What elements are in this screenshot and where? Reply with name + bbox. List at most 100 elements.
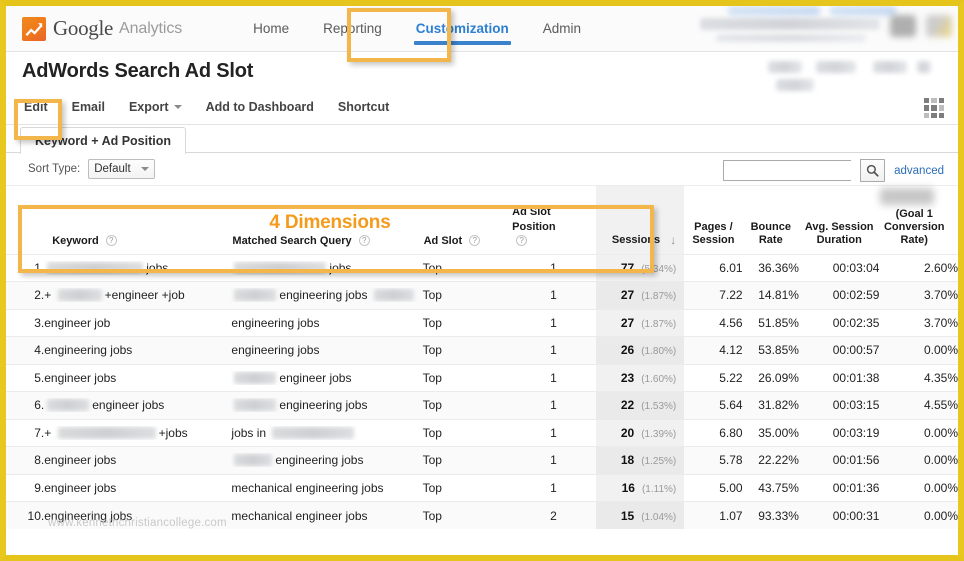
cell-matched-search-query[interactable]: engineer jobs <box>231 363 423 392</box>
row-index: 4. <box>6 336 45 364</box>
sessions-percent: (1.04%) <box>641 511 677 523</box>
cell-ad-slot-position: 1 <box>511 253 596 282</box>
primary-nav: Home Reporting Customization Admin <box>236 6 598 52</box>
table-row[interactable]: 9. engineer jobs mechanical engineering j… <box>6 473 958 502</box>
row-index: 3. <box>6 308 45 337</box>
avatar-icon[interactable] <box>926 15 952 37</box>
help-icon[interactable]: ? <box>516 234 528 246</box>
cell-keyword[interactable]: engineer jobs <box>44 391 232 419</box>
cell-goal1-conversion-rate: 0.00% <box>879 418 958 447</box>
help-icon[interactable]: ? <box>469 234 481 246</box>
nav-item-home[interactable]: Home <box>236 6 306 52</box>
cell-matched-search-query[interactable]: engineering jobs <box>231 446 423 474</box>
sessions-value: 22 <box>620 398 635 413</box>
sort-descending-icon[interactable]: ↓ <box>670 233 676 247</box>
header-ad-slot[interactable]: Ad Slot ? <box>422 186 512 254</box>
tab-keyword-ad-position[interactable]: Keyword + Ad Position <box>20 127 187 154</box>
sessions-percent: (1.53%) <box>641 401 677 413</box>
cell-bounce-rate: 22.22% <box>742 446 799 474</box>
cell-keyword[interactable]: engineering jobs <box>44 501 232 529</box>
edit-button[interactable]: Edit <box>24 100 48 114</box>
header-sessions[interactable]: Sessions ↓ <box>595 186 685 254</box>
cell-matched-search-query[interactable]: mechanical engineer jobs <box>231 501 423 529</box>
export-button[interactable]: Export <box>129 100 182 114</box>
cell-keyword[interactable]: engineer jobs <box>44 446 232 474</box>
cell-keyword[interactable]: engineering jobs <box>44 336 232 364</box>
table-row[interactable]: 2. + +engineer +job engineering jobs Top 1… <box>6 281 958 309</box>
cell-text: jobs <box>329 260 352 275</box>
search-input[interactable] <box>723 160 852 181</box>
analytics-chart-logo-icon <box>22 16 46 41</box>
cell-keyword[interactable]: + +jobs <box>44 418 232 447</box>
table-row[interactable]: 8. engineer jobs engineering jobs Top 1 18 (… <box>6 446 958 474</box>
edit-label: Edit <box>24 100 48 114</box>
shortcut-button[interactable]: Shortcut <box>338 100 389 114</box>
cell-matched-search-query[interactable]: engineering jobs <box>231 308 423 337</box>
google-analytics-logo[interactable]: Google Analytics <box>22 16 182 41</box>
date-range-picker[interactable] <box>768 60 948 91</box>
header-ad-slot-position[interactable]: Ad Slot Position ? <box>511 186 596 254</box>
cell-ad-slot-position: 2 <box>511 501 596 529</box>
nav-item-admin[interactable]: Admin <box>526 6 598 52</box>
cell-keyword[interactable]: engineer job <box>44 308 232 337</box>
page-title: AdWords Search Ad Slot <box>22 60 254 82</box>
cell-keyword[interactable]: engineer jobs <box>44 363 232 392</box>
cell-keyword[interactable]: + +engineer +job <box>44 281 232 309</box>
add-to-dashboard-button[interactable]: Add to Dashboard <box>206 100 314 114</box>
sort-type-select[interactable]: Default <box>88 159 155 179</box>
cell-matched-search-query[interactable]: engineering jobs <box>231 281 423 309</box>
cell-matched-search-query[interactable]: engineering jobs <box>231 336 423 364</box>
table-row[interactable]: 3. engineer job engineering jobs Top 1 27 (1… <box>6 308 958 337</box>
advanced-link[interactable]: advanced <box>894 165 944 177</box>
cell-avg-session-duration: 00:01:38 <box>798 363 880 392</box>
header-matched-search-query[interactable]: Matched Search Query ? <box>231 186 423 254</box>
header-keyword[interactable]: Keyword ? <box>44 186 232 254</box>
page-title-row: AdWords Search Ad Slot <box>6 52 958 91</box>
account-switcher[interactable] <box>700 6 896 42</box>
nav-item-customization[interactable]: Customization <box>399 6 526 52</box>
sessions-value: 27 <box>620 315 635 330</box>
table-row[interactable]: 10. engineering jobs mechanical engineer … <box>6 501 958 529</box>
magnifier-icon <box>866 164 879 177</box>
table-row[interactable]: 7. + +jobs jobs in Top 1 20 (1.39%) 6.80 35.00… <box>6 418 958 447</box>
search-button[interactable] <box>860 159 886 182</box>
header-goal1-conversion-rate-label: (Goal 1 Conversion Rate) <box>883 207 945 246</box>
cell-avg-session-duration: 00:02:59 <box>798 281 880 309</box>
cell-ad-slot: Top <box>422 473 512 502</box>
header-avg-session-duration[interactable]: Avg. Session Duration <box>798 186 880 254</box>
table-row[interactable]: 1. jobs jobs Top 1 77 (5.34%) 6.01 36.36% 00:03… <box>6 253 958 282</box>
goal-column-blurred-title <box>880 188 934 205</box>
cell-matched-search-query[interactable]: engineering jobs <box>231 391 423 419</box>
nav-item-reporting[interactable]: Reporting <box>306 6 399 52</box>
help-icon[interactable]: ? <box>105 234 117 246</box>
header-matched-search-query-label: Matched Search Query <box>232 234 352 247</box>
header-pages-session-label: Pages / Session <box>692 220 735 246</box>
cell-text: engineer jobs <box>44 453 117 468</box>
table-row[interactable]: 4. engineering jobs engineering jobs Top 1… <box>6 336 958 364</box>
grid-view-icon[interactable] <box>924 98 944 118</box>
email-button[interactable]: Email <box>72 100 105 114</box>
bell-icon[interactable] <box>890 15 916 37</box>
cell-pages-session: 5.22 <box>684 363 743 392</box>
cell-bounce-rate: 93.33% <box>742 501 799 529</box>
cell-matched-search-query[interactable]: mechanical engineering jobs <box>231 473 423 502</box>
cell-sessions: 15 (1.04%) <box>595 501 685 529</box>
cell-keyword[interactable]: jobs <box>44 253 232 282</box>
cell-matched-search-query[interactable]: jobs <box>231 253 423 282</box>
cell-ad-slot-position: 1 <box>511 308 596 337</box>
header-bounce-rate[interactable]: Bounce Rate <box>742 186 799 254</box>
cell-avg-session-duration: 00:01:56 <box>798 446 880 474</box>
redacted-text <box>272 426 355 439</box>
cell-matched-search-query[interactable]: jobs in <box>231 418 423 447</box>
cell-ad-slot: Top <box>422 253 512 282</box>
header-pages-session[interactable]: Pages / Session <box>684 186 743 254</box>
help-icon[interactable]: ? <box>358 234 370 246</box>
table-row[interactable]: 5. engineer jobs engineer jobs Top 1 23 (1.6… <box>6 363 958 392</box>
header-sessions-label: Sessions <box>611 233 661 246</box>
cell-avg-session-duration: 00:00:57 <box>798 336 880 364</box>
table-row[interactable]: 6. engineer jobs engineering jobs Top 1 22 (… <box>6 391 958 419</box>
cell-keyword[interactable]: engineer jobs <box>44 473 232 502</box>
tab-strip: Keyword + Ad Position <box>6 125 958 154</box>
cell-sessions: 27 (1.87%) <box>595 308 685 337</box>
chevron-down-icon <box>140 167 149 171</box>
